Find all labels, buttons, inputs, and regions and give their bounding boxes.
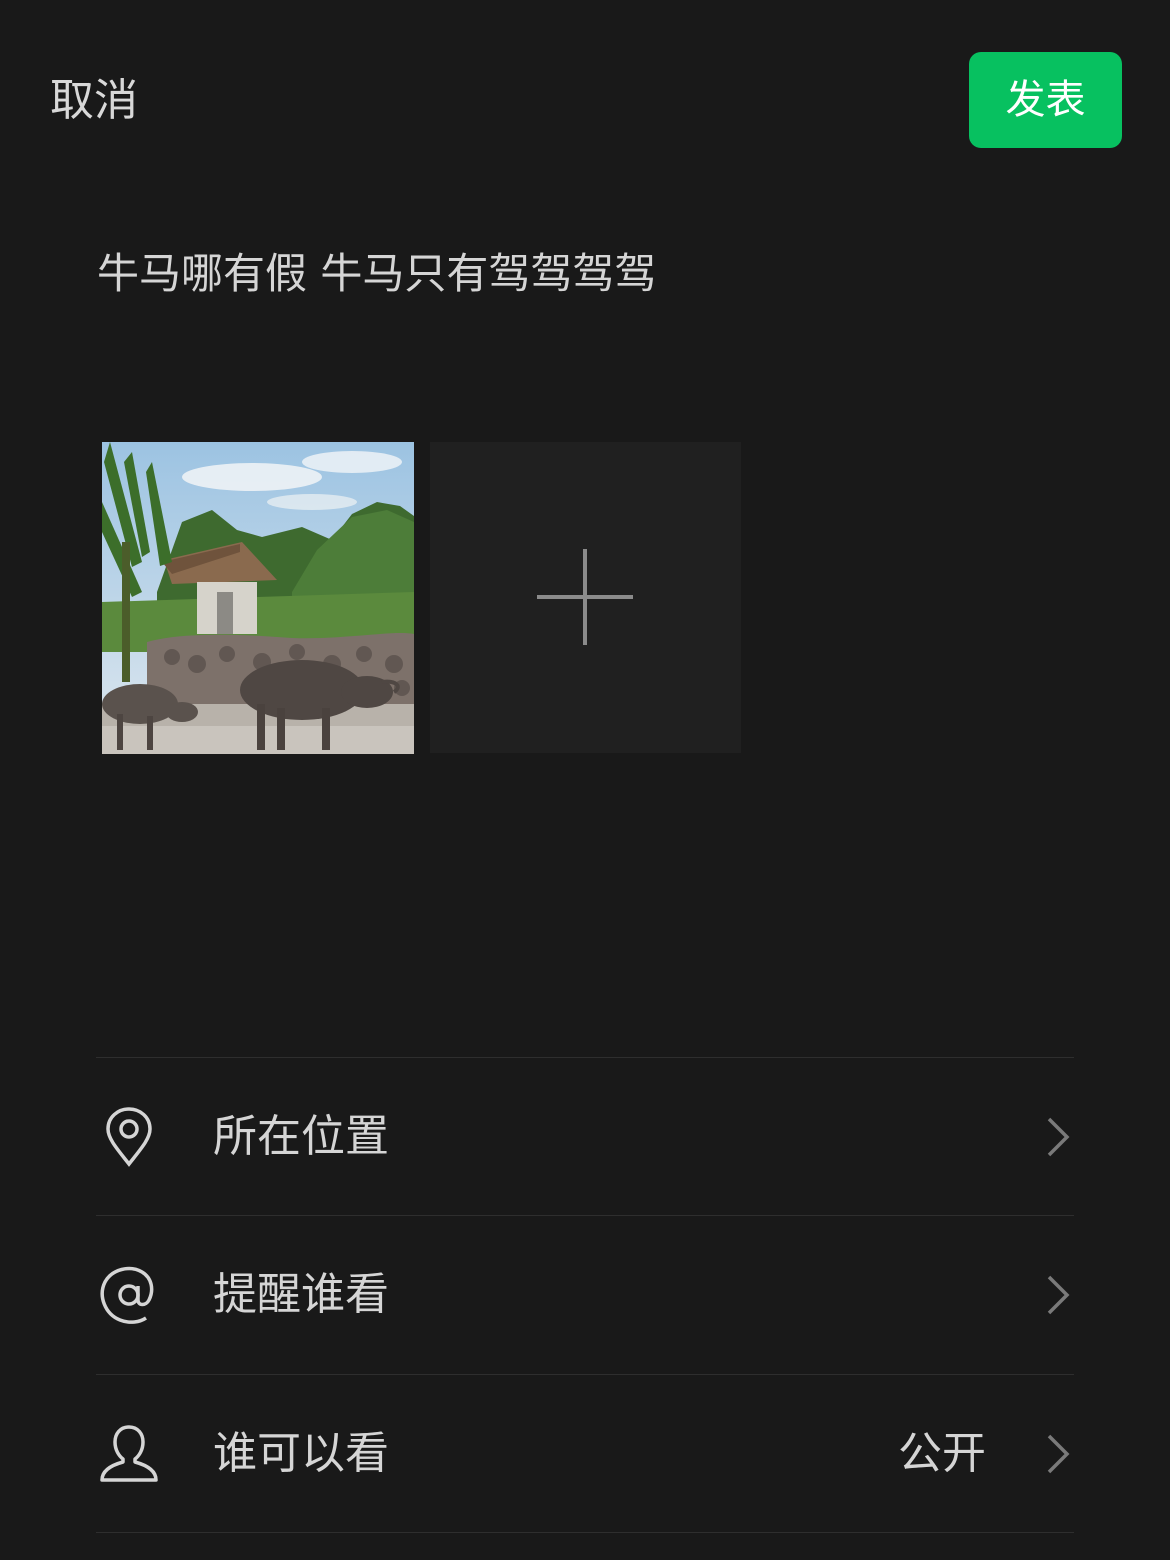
post-text-input[interactable]: 牛马哪有假 牛马只有驾驾驾驾 — [97, 246, 656, 302]
visibility-option[interactable]: 谁可以看 公开 — [96, 1375, 1074, 1533]
location-label: 所在位置 — [213, 1111, 389, 1162]
plus-icon — [537, 549, 633, 645]
chevron-right-icon — [1047, 1275, 1070, 1315]
person-icon — [100, 1425, 158, 1482]
chevron-right-icon — [1047, 1117, 1070, 1157]
location-option[interactable]: 所在位置 — [96, 1058, 1074, 1216]
visibility-label: 谁可以看 — [213, 1428, 389, 1479]
add-photo-button[interactable] — [430, 442, 741, 753]
divider — [96, 1532, 1074, 1533]
chevron-right-icon — [1047, 1434, 1070, 1474]
location-pin-icon — [106, 1107, 152, 1167]
at-icon — [100, 1266, 154, 1324]
cancel-button[interactable]: 取消 — [50, 72, 138, 130]
mention-option[interactable]: 提醒谁看 — [96, 1216, 1074, 1374]
publish-button[interactable]: 发表 — [969, 52, 1122, 148]
mention-label: 提醒谁看 — [213, 1269, 389, 1320]
photo-thumbnail[interactable] — [102, 442, 414, 754]
visibility-value: 公开 — [898, 1428, 986, 1479]
